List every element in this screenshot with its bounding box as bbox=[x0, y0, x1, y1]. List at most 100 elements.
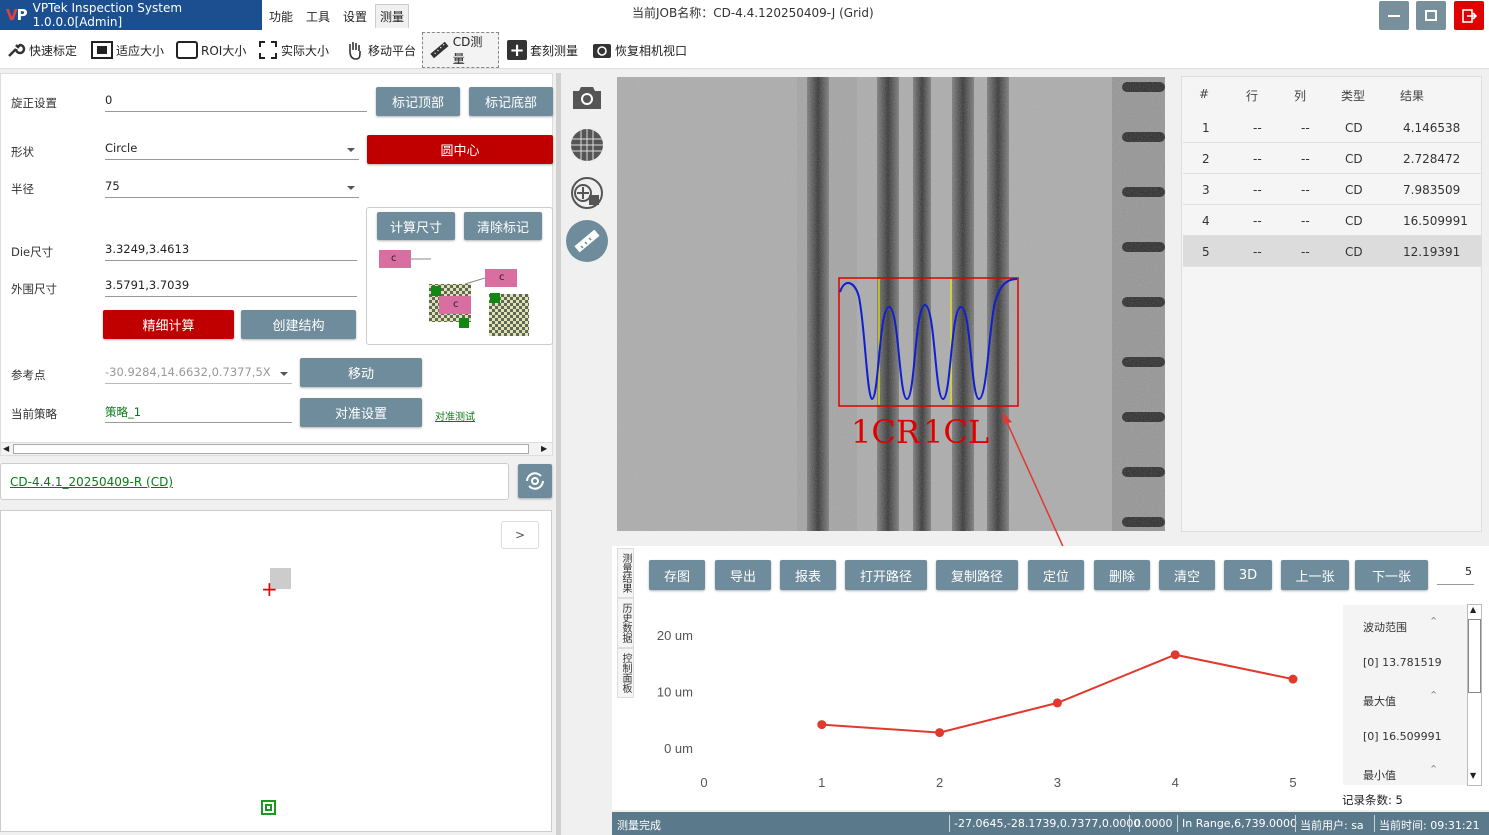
quick-calibrate-button[interactable]: 快速标定 bbox=[6, 36, 77, 64]
toolbar-button-3[interactable]: 打开路径 bbox=[845, 560, 927, 590]
col-header-result: 结果 bbox=[1400, 89, 1425, 103]
table-cell-row: -- bbox=[1253, 152, 1262, 166]
grid-button[interactable] bbox=[566, 124, 608, 166]
page-input[interactable]: 5 bbox=[1437, 565, 1474, 585]
toolbar-button-8[interactable]: 3D bbox=[1224, 560, 1272, 590]
y-tick-label: 0 um bbox=[664, 741, 693, 756]
settings-panel: 旋正设置 0 标记顶部 标记底部 形状 Circle 圆中心 半径 75 Die… bbox=[0, 73, 553, 455]
expand-button[interactable]: > bbox=[501, 521, 539, 549]
minimize-button[interactable] bbox=[1379, 1, 1409, 30]
table-cell-result: 12.19391 bbox=[1403, 245, 1461, 259]
roi-size-button[interactable]: ROI大小 bbox=[176, 36, 246, 64]
measure-tool-button[interactable] bbox=[566, 220, 608, 262]
restore-view-button[interactable]: 恢复相机视口 bbox=[592, 36, 687, 64]
expand-arrows-icon bbox=[259, 41, 277, 59]
target-grid-icon bbox=[571, 177, 603, 209]
stats-scroll-thumb[interactable] bbox=[1468, 619, 1481, 693]
toolbar-button-9[interactable]: 上一张 bbox=[1281, 560, 1349, 590]
toolbar-button-6[interactable]: 删除 bbox=[1094, 560, 1150, 590]
table-cell-row: -- bbox=[1253, 183, 1262, 197]
fine-calc-button[interactable]: 精细计算 bbox=[103, 310, 234, 339]
table-row[interactable]: 5 -- -- CD 12.19391 bbox=[1183, 236, 1482, 267]
scroll-right-icon[interactable]: ▶ bbox=[541, 444, 547, 453]
ref-point-field[interactable]: -30.9284,14.6632,0.7377,5X bbox=[105, 362, 292, 384]
scroll-down-icon[interactable]: ▼ bbox=[1470, 771, 1476, 780]
menu-tools[interactable]: 工具 bbox=[302, 4, 334, 28]
y-tick-label: 20 um bbox=[657, 628, 693, 643]
tab-results[interactable]: 测量结果 bbox=[617, 548, 634, 598]
camera-button[interactable] bbox=[566, 76, 608, 118]
mark-bottom-button[interactable]: 标记底部 bbox=[469, 87, 553, 116]
col-header-row: 行 bbox=[1246, 89, 1259, 103]
toolbar-button-7[interactable]: 清空 bbox=[1159, 560, 1215, 590]
toolbar-button-0[interactable]: 存图 bbox=[649, 560, 705, 590]
table-row[interactable]: 2 -- -- CD 2.728472 bbox=[1183, 143, 1482, 174]
radius-select[interactable]: 75 bbox=[105, 176, 359, 198]
min-collapse-icon[interactable]: ⌃ bbox=[1429, 763, 1438, 776]
scroll-left-icon[interactable]: ◀ bbox=[3, 444, 9, 453]
outer-size-field[interactable]: 3.5791,3.7039 bbox=[105, 275, 357, 297]
tab-control[interactable]: 控制面板 bbox=[617, 648, 634, 698]
table-cell-row: -- bbox=[1253, 214, 1262, 228]
align-settings-button[interactable]: 对准设置 bbox=[300, 398, 422, 427]
x-tick-label: 4 bbox=[1172, 775, 1179, 790]
target-button[interactable] bbox=[566, 172, 608, 214]
status-value: 0.0000 bbox=[1134, 817, 1173, 830]
exit-button[interactable] bbox=[1454, 1, 1484, 30]
structure-box: 计算尺寸 清除标记 c c c bbox=[366, 207, 553, 345]
layout-canvas[interactable]: > + bbox=[0, 510, 552, 832]
toolbar-button-2[interactable]: 报表 bbox=[780, 560, 836, 590]
splitter[interactable] bbox=[556, 73, 561, 835]
app-title: VPTek Inspection System 1.0.0.0[Admin] bbox=[32, 1, 183, 29]
max-collapse-icon[interactable]: ⌃ bbox=[1429, 689, 1438, 702]
scroll-up-icon[interactable]: ▲ bbox=[1470, 605, 1476, 614]
tab-history[interactable]: 历史数据 bbox=[617, 598, 634, 648]
recipe-refresh-button[interactable] bbox=[518, 464, 552, 498]
menu-function[interactable]: 功能 bbox=[265, 4, 297, 28]
stats-scrollbar[interactable]: ▲ ▼ bbox=[1467, 604, 1482, 786]
horizontal-scrollbar[interactable]: ◀ ▶ bbox=[0, 442, 553, 456]
wrench-icon bbox=[8, 43, 26, 57]
col-header-col: 列 bbox=[1294, 89, 1307, 103]
x-tick-label: 1 bbox=[818, 775, 825, 790]
circle-center-button[interactable]: 圆中心 bbox=[367, 135, 553, 164]
shape-select[interactable]: Circle bbox=[105, 138, 359, 160]
toolbar-button-5[interactable]: 定位 bbox=[1028, 560, 1084, 590]
cd-measure-button[interactable]: CD测量 bbox=[422, 32, 499, 68]
strategy-field[interactable]: 策略_1 bbox=[105, 401, 292, 423]
actual-size-button[interactable]: 实际大小 bbox=[258, 36, 329, 64]
move-button[interactable]: 移动 bbox=[300, 358, 422, 387]
table-cell-n: 1 bbox=[1202, 121, 1210, 135]
overlay-measure-button[interactable]: + 套刻测量 bbox=[507, 36, 578, 64]
recipe-link[interactable]: CD-4.4.1_20250409-R (CD) bbox=[10, 475, 173, 489]
table-row[interactable]: 4 -- -- CD 16.509991 bbox=[1183, 205, 1482, 236]
toolbar-button-10[interactable]: 下一张 bbox=[1355, 560, 1428, 590]
rotate-field[interactable]: 0 bbox=[105, 90, 367, 112]
clear-mark-button[interactable]: 清除标记 bbox=[464, 212, 542, 240]
align-test-link[interactable]: 对准测试 bbox=[435, 408, 475, 423]
table-row[interactable]: 1 -- -- CD 4.146538 bbox=[1183, 112, 1482, 143]
scroll-thumb[interactable] bbox=[13, 444, 529, 454]
fit-size-button[interactable]: 适应大小 bbox=[91, 36, 164, 64]
series-line bbox=[821, 653, 1294, 734]
y-tick-label: 10 um bbox=[657, 685, 693, 700]
move-stage-button[interactable]: 移动平台 bbox=[343, 36, 416, 64]
create-structure-button[interactable]: 创建结构 bbox=[241, 310, 356, 339]
outer-size-label: 外围尺寸 bbox=[11, 282, 57, 296]
ref-point-label: 参考点 bbox=[11, 368, 46, 382]
calc-size-button[interactable]: 计算尺寸 bbox=[377, 212, 455, 240]
menu-measure[interactable]: 测量 bbox=[375, 4, 409, 28]
table-row[interactable]: 3 -- -- CD 7.983509 bbox=[1183, 174, 1482, 205]
x-tick-label: 0 bbox=[700, 775, 707, 790]
die-size-field[interactable]: 3.3249,3.4613 bbox=[105, 239, 357, 261]
range-collapse-icon[interactable]: ⌃ bbox=[1429, 615, 1438, 628]
mark-top-button[interactable]: 标记顶部 bbox=[376, 87, 460, 116]
toolbar-button-4[interactable]: 复制路径 bbox=[936, 560, 1018, 590]
toolbar-button-1[interactable]: 导出 bbox=[715, 560, 771, 590]
radius-label: 半径 bbox=[11, 182, 34, 196]
maximize-button[interactable] bbox=[1416, 1, 1446, 30]
status-user: 当前用户: sa bbox=[1300, 819, 1364, 832]
ruler-icon bbox=[574, 229, 600, 253]
menu-settings[interactable]: 设置 bbox=[339, 4, 371, 28]
col-header-type: 类型 bbox=[1341, 89, 1366, 103]
